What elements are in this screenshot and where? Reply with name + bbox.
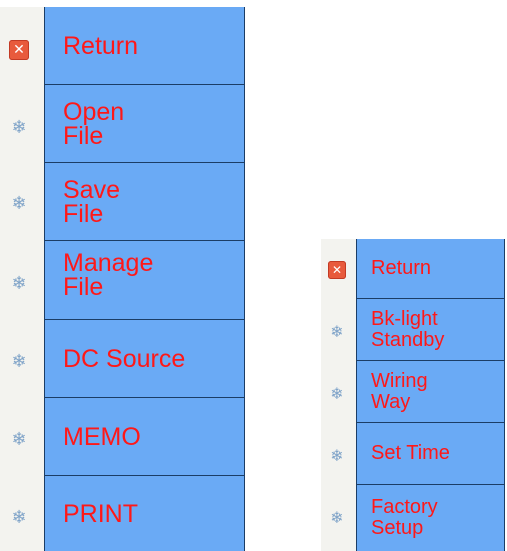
menu-item-memo[interactable]: MEMO	[45, 398, 244, 476]
menu-item-save-file[interactable]: Save File	[45, 163, 244, 241]
snowflake-icon: ❄	[11, 272, 27, 294]
snowflake-icon: ❄	[11, 506, 27, 528]
menu-item-print[interactable]: PRINT	[45, 476, 244, 551]
menu-item-label: MEMO	[63, 422, 141, 451]
menu-item-factory-setup[interactable]: Factory Setup	[357, 485, 504, 551]
close-icon[interactable]: ✕	[328, 261, 346, 279]
snowflake-icon: ❄	[330, 445, 344, 465]
menu-item-open-file[interactable]: Open File	[45, 85, 244, 163]
icon-strip: ✕ ❄ ❄ ❄ ❄ ❄ ❄	[0, 7, 44, 551]
snowflake-icon: ❄	[330, 507, 344, 527]
snowflake-icon: ❄	[11, 192, 27, 214]
menu-panel: Return Bk-light Standby Wiring Way Set T…	[356, 239, 505, 551]
menu-item-return[interactable]: Return	[45, 7, 244, 85]
menu-item-label: Open File	[63, 97, 125, 150]
close-icon[interactable]: ✕	[9, 40, 29, 60]
icon-strip: ✕ ❄ ❄ ❄ ❄	[321, 239, 356, 551]
menu-item-label: Wiring Way	[371, 369, 428, 413]
menu-item-bk-light-standby[interactable]: Bk-light Standby	[357, 299, 504, 361]
menu-item-wiring-way[interactable]: Wiring Way	[357, 361, 504, 423]
menu-item-return[interactable]: Return	[357, 239, 504, 299]
menu-item-label: PRINT	[63, 499, 138, 528]
menu-item-label: Factory Setup	[371, 496, 438, 539]
settings-menu: ✕ ❄ ❄ ❄ ❄ Return Bk-light Standby Wiring…	[321, 239, 505, 551]
menu-item-label: Bk-light Standby	[371, 307, 445, 351]
menu-item-dc-source[interactable]: DC Source	[45, 320, 244, 398]
menu-panel: Return Open File Save File Manage File D…	[44, 7, 245, 551]
snowflake-icon: ❄	[11, 428, 27, 450]
menu-item-set-time[interactable]: Set Time	[357, 423, 504, 485]
menu-item-label: Return	[63, 31, 139, 60]
file-menu: ✕ ❄ ❄ ❄ ❄ ❄ ❄ Return Open File Save File…	[0, 7, 245, 551]
menu-item-label: Return	[371, 257, 432, 279]
snowflake-icon: ❄	[11, 350, 27, 372]
snowflake-icon: ❄	[11, 116, 27, 138]
snowflake-icon: ❄	[330, 321, 344, 341]
menu-item-manage-file[interactable]: Manage File	[45, 241, 244, 320]
menu-item-label: Set Time	[371, 442, 450, 464]
menu-item-label: DC Source	[63, 344, 186, 373]
menu-item-label: Manage File	[63, 249, 154, 301]
menu-item-label: Save File	[63, 175, 120, 228]
snowflake-icon: ❄	[330, 383, 344, 403]
